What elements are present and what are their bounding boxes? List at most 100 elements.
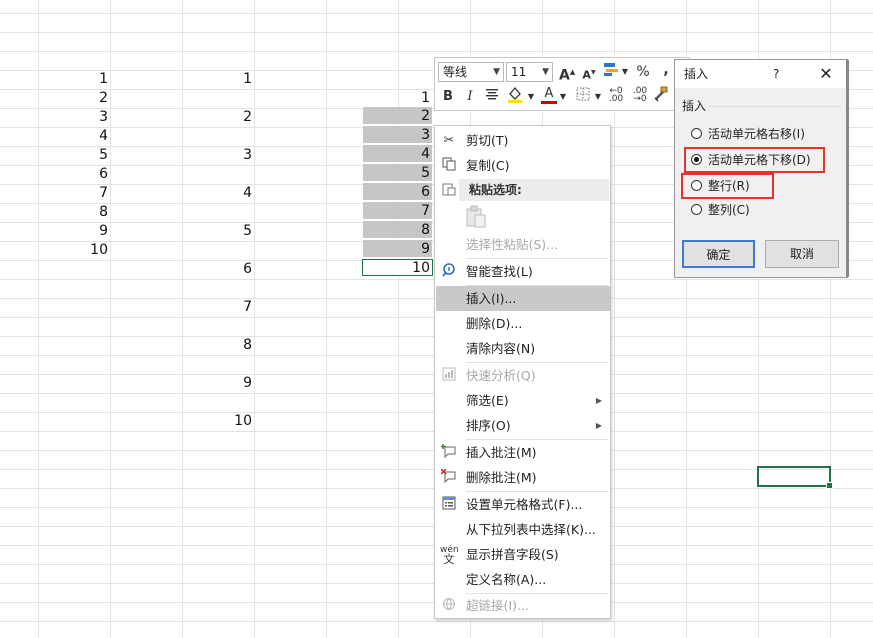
cell-e-3[interactable]: 3 — [380, 126, 430, 145]
cell-b11[interactable]: 6 — [200, 260, 252, 279]
menu-item-label: 删除批注(M) — [466, 470, 537, 485]
menu-item-sort[interactable]: 排序(O) ▶ — [435, 413, 610, 438]
menu-item-format-cells[interactable]: 设置单元格格式(F)... — [435, 492, 610, 517]
group-label: 插入 — [682, 99, 707, 113]
cell-e-1[interactable]: 1 — [380, 89, 430, 108]
cell-a8[interactable]: 8 — [60, 203, 108, 222]
cell-a6[interactable]: 6 — [60, 165, 108, 184]
paste-options-label: 粘贴选项: — [469, 183, 522, 197]
fill-color-icon[interactable] — [506, 85, 524, 109]
chevron-down-icon[interactable]: ▼ — [559, 88, 567, 106]
cell-b3[interactable]: 2 — [200, 108, 252, 127]
menu-item-label: 复制(C) — [466, 158, 510, 173]
menu-item-delete-comment[interactable]: 删除批注(M) — [435, 465, 610, 490]
grow-font-icon[interactable]: A▲ — [559, 63, 575, 85]
menu-item-copy[interactable]: 复制(C) — [435, 153, 610, 178]
radio-label: 活动单元格下移(D) — [708, 153, 811, 167]
menu-item-define-name[interactable]: 定义名称(A)... — [435, 567, 610, 592]
menu-item-delete[interactable]: 删除(D)... — [435, 311, 610, 336]
cell-a5[interactable]: 5 — [60, 146, 108, 165]
cell-e-5[interactable]: 5 — [380, 164, 430, 183]
format-painter-icon[interactable] — [652, 86, 670, 108]
help-button[interactable]: ? — [773, 60, 779, 88]
cell-b9[interactable]: 5 — [200, 222, 252, 241]
cell-a10[interactable]: 10 — [60, 241, 108, 260]
paste-options-bar: 粘贴选项: — [459, 179, 609, 201]
clipboard-icon — [466, 205, 486, 228]
menu-item-hyperlink[interactable]: 超链接(I)... — [435, 593, 610, 618]
cell-a7[interactable]: 7 — [60, 184, 108, 203]
cell-a3[interactable]: 3 — [60, 108, 108, 127]
radio-label: 整列(C) — [708, 203, 750, 217]
italic-icon[interactable]: I — [463, 88, 477, 106]
cell-e-6[interactable]: 6 — [380, 183, 430, 202]
borders-icon[interactable] — [575, 87, 591, 107]
percent-icon[interactable]: % — [635, 63, 651, 81]
chevron-down-icon: ▼ — [542, 67, 549, 77]
scissors-icon: ✂ — [443, 133, 455, 148]
menu-item-show-phonetic[interactable]: wén 文 显示拼音字段(S) — [435, 542, 610, 567]
cell-b15[interactable]: 8 — [200, 336, 252, 355]
cell-a1[interactable]: 1 — [60, 70, 108, 89]
menu-item-quick-analysis[interactable]: 快速分析(Q) — [435, 363, 610, 388]
menu-item-cut[interactable]: ✂ 剪切(T) — [435, 128, 610, 153]
dialog-title: 插入 — [684, 67, 709, 81]
align-center-icon[interactable] — [484, 87, 500, 107]
menu-item-label: 从下拉列表中选择(K)... — [466, 522, 596, 537]
fill-handle[interactable] — [826, 482, 833, 489]
radio-button-selected[interactable] — [691, 154, 702, 165]
increase-decimal-icon[interactable]: ←0.00 — [606, 87, 626, 104]
cancel-button[interactable]: 取消 — [765, 240, 839, 268]
menu-item-paste-special[interactable]: 选择性粘贴(S)... — [435, 232, 610, 257]
cell-b1[interactable]: 1 — [200, 70, 252, 89]
menu-item-label: 排序(O) — [466, 418, 511, 433]
menu-item-label: 超链接(I)... — [466, 598, 529, 613]
bold-icon[interactable]: B — [441, 88, 455, 106]
format-cells-icon — [440, 496, 458, 514]
menu-item-label: 快速分析(Q) — [466, 368, 536, 383]
chevron-down-icon[interactable]: ▼ — [527, 88, 535, 106]
cell-a4[interactable]: 4 — [60, 127, 108, 146]
radio-button[interactable] — [691, 204, 702, 215]
chevron-right-icon: ▶ — [595, 421, 602, 430]
cell-e-9[interactable]: 9 — [380, 240, 430, 259]
ok-button[interactable]: 确定 — [682, 240, 755, 268]
mini-toolbar: 等线 ▼ 11 ▼ A▲ A▼ ▼ % , B I ▼ A ▼ ▼ ←0.00 … — [434, 57, 690, 111]
cell-a2[interactable]: 2 — [60, 89, 108, 108]
copy-icon — [440, 157, 458, 175]
format-style-icon[interactable] — [602, 61, 620, 83]
cell-e-2[interactable]: 2 — [380, 107, 430, 126]
cell-a9[interactable]: 9 — [60, 222, 108, 241]
font-color-icon[interactable]: A — [541, 86, 557, 104]
cell-e-7[interactable]: 7 — [380, 202, 430, 221]
menu-item-insert[interactable]: 插入(I)... — [436, 286, 610, 311]
menu-item-insert-comment[interactable]: 插入批注(M) — [435, 440, 610, 465]
cell-b13[interactable]: 7 — [200, 298, 252, 317]
menu-item-smart-lookup[interactable]: 智能查找(L) — [435, 259, 610, 284]
cell-b19[interactable]: 10 — [200, 412, 252, 431]
paste-button[interactable] — [465, 205, 489, 231]
menu-item-pick-from-list[interactable]: 从下拉列表中选择(K)... — [435, 517, 610, 542]
cell-e-4[interactable]: 4 — [380, 145, 430, 164]
cell-e-10[interactable]: 10 — [380, 259, 430, 278]
chevron-down-icon[interactable]: ▼ — [621, 63, 629, 81]
font-size-box[interactable]: 11 ▼ — [506, 62, 553, 82]
menu-item-filter[interactable]: 筛选(E) ▶ — [435, 388, 610, 413]
cell-cursor[interactable] — [757, 466, 833, 489]
chevron-down-icon[interactable]: ▼ — [594, 88, 602, 106]
menu-item-clear-contents[interactable]: 清除内容(N) — [435, 336, 610, 361]
cell-b7[interactable]: 4 — [200, 184, 252, 203]
comma-icon[interactable]: , — [661, 61, 671, 79]
cell-b5[interactable]: 3 — [200, 146, 252, 165]
menu-item-label: 插入批注(M) — [466, 445, 537, 460]
radio-button[interactable] — [691, 180, 702, 191]
cell-b17[interactable]: 9 — [200, 374, 252, 393]
cell-e-8[interactable]: 8 — [380, 221, 430, 240]
decrease-decimal-icon[interactable]: .00 →0 — [630, 87, 650, 104]
close-icon[interactable]: ✕ — [815, 60, 837, 88]
font-name-box[interactable]: 等线 ▼ — [438, 62, 504, 82]
dialog-border-edge — [846, 60, 849, 277]
shrink-font-icon[interactable]: A▼ — [581, 64, 597, 85]
insert-dialog: 插入 ? ✕ 插入 活动单元格右移(I) 活动单元格下移(D) 整行(R) 整列… — [674, 59, 848, 278]
radio-button[interactable] — [691, 128, 702, 139]
